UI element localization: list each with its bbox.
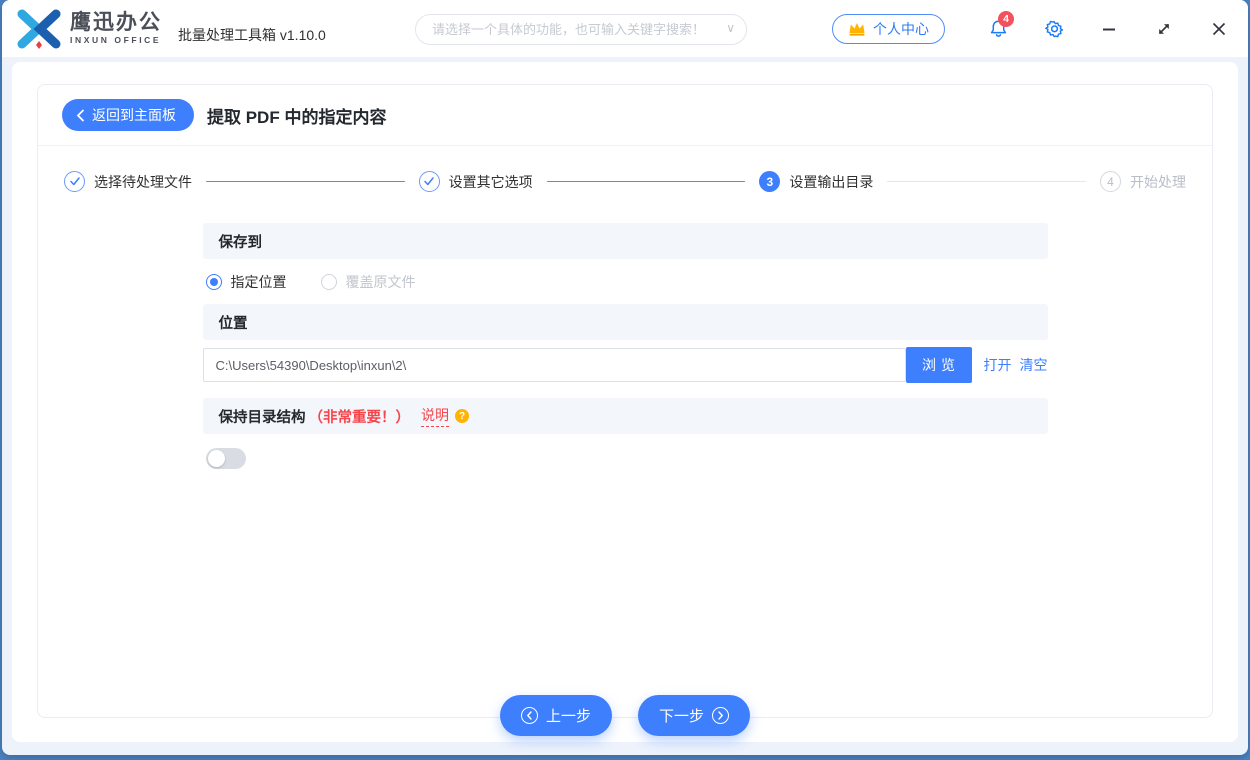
notifications-button[interactable]: 4	[987, 10, 1014, 40]
app-window: 鹰迅办公 INXUN OFFICE 批量处理工具箱 v1.10.0 ∨ 个人中心	[2, 0, 1248, 755]
maximize-button[interactable]	[1153, 18, 1175, 40]
step-connector	[206, 180, 405, 183]
radio-unselected-icon	[320, 273, 337, 290]
keep-structure-toggle[interactable]	[205, 448, 246, 469]
step-indicator: 选择待处理文件 设置其它选项 3 设置输出目录 4 开始处理	[38, 146, 1212, 211]
brand-text: 鹰迅办公 INXUN OFFICE	[70, 12, 162, 45]
circle-chevron-right-icon	[712, 707, 730, 724]
previous-step-label: 上一步	[545, 708, 591, 725]
brand-name: 鹰迅办公	[70, 11, 162, 35]
step-connector	[887, 180, 1087, 183]
keep-structure-toggle-row	[203, 448, 1048, 469]
close-icon	[1212, 22, 1226, 35]
question-mark-icon[interactable]: ?	[455, 409, 469, 423]
search-input[interactable]	[415, 14, 747, 45]
step-3-output-directory: 3 设置输出目录	[759, 171, 873, 192]
radio-label: 指定位置	[230, 273, 287, 290]
function-search: ∨	[415, 14, 747, 45]
crown-icon	[849, 23, 865, 36]
main-panel: 返回到主面板 提取 PDF 中的指定内容 选择待处理文件 设置其它选项 3 设置…	[12, 62, 1238, 742]
brand-subtitle: INXUN OFFICE	[70, 35, 162, 46]
radio-label: 覆盖原文件	[345, 273, 416, 290]
app-title: 批量处理工具箱 v1.10.0	[178, 27, 326, 43]
explanation-link[interactable]: 说明	[421, 405, 449, 427]
step-check-icon	[418, 171, 440, 192]
step-label: 设置输出目录	[789, 173, 874, 190]
step-4-start-processing: 4 开始处理	[1100, 171, 1186, 192]
browse-button[interactable]: 浏览	[905, 347, 972, 383]
location-input-row: 浏览 打开 清空	[202, 347, 1048, 383]
step-2-other-options: 设置其它选项	[418, 171, 533, 192]
step-number: 3	[759, 171, 781, 192]
titlebar-actions: 个人中心 4	[832, 10, 1230, 44]
open-folder-link[interactable]: 打开	[984, 355, 1012, 375]
wizard-footer: 上一步 下一步	[38, 695, 1212, 736]
step-label: 开始处理	[1130, 173, 1187, 190]
user-center-label: 个人中心	[873, 20, 929, 37]
toggle-knob	[207, 450, 225, 467]
step-label: 选择待处理文件	[94, 173, 192, 190]
next-step-label: 下一步	[659, 708, 705, 725]
step-1-select-files: 选择待处理文件	[64, 171, 192, 192]
title-bar: 鹰迅办公 INXUN OFFICE 批量处理工具箱 v1.10.0 ∨ 个人中心	[2, 0, 1248, 57]
radio-specified-location[interactable]: 指定位置	[205, 272, 287, 292]
gear-icon	[1044, 20, 1063, 38]
step-label: 设置其它选项	[448, 173, 533, 190]
minimize-icon	[1103, 28, 1115, 30]
minimize-button[interactable]	[1098, 18, 1120, 40]
form-content: 保存到 指定位置 覆盖原文件 位置 浏览 打开 清空	[202, 223, 1048, 469]
page-title: 提取 PDF 中的指定内容	[207, 107, 387, 127]
chevron-left-icon	[76, 109, 84, 121]
radio-selected-icon	[205, 273, 222, 290]
output-path-input[interactable]	[202, 348, 906, 382]
step-connector	[546, 180, 746, 183]
keep-structure-section-header: 保持目录结构 （非常重要！） 说明 ?	[202, 398, 1048, 434]
clear-path-link[interactable]: 清空	[1020, 355, 1048, 375]
save-to-section-header: 保存到	[202, 223, 1048, 259]
location-section-header: 位置	[202, 304, 1048, 340]
back-button-label: 返回到主面板	[92, 107, 176, 123]
notification-badge: 4	[998, 10, 1014, 27]
step-number: 4	[1100, 171, 1122, 192]
previous-step-button[interactable]: 上一步	[499, 695, 612, 736]
close-button[interactable]	[1208, 18, 1230, 40]
save-to-options: 指定位置 覆盖原文件	[203, 259, 1048, 304]
next-step-button[interactable]: 下一步	[638, 695, 751, 736]
keep-structure-title: 保持目录结构	[218, 409, 306, 426]
important-note: （非常重要！）	[308, 409, 411, 426]
radio-overwrite-original[interactable]: 覆盖原文件	[320, 272, 416, 292]
brand-logo-icon	[17, 9, 61, 49]
back-to-dashboard-button[interactable]: 返回到主面板	[62, 99, 194, 131]
circle-chevron-left-icon	[520, 707, 538, 724]
user-center-button[interactable]: 个人中心	[832, 13, 945, 44]
resize-icon	[1158, 23, 1170, 34]
card-header: 返回到主面板 提取 PDF 中的指定内容	[38, 85, 1212, 146]
step-check-icon	[64, 171, 85, 192]
wizard-card: 返回到主面板 提取 PDF 中的指定内容 选择待处理文件 设置其它选项 3 设置…	[37, 84, 1213, 736]
settings-button[interactable]	[1043, 18, 1065, 40]
